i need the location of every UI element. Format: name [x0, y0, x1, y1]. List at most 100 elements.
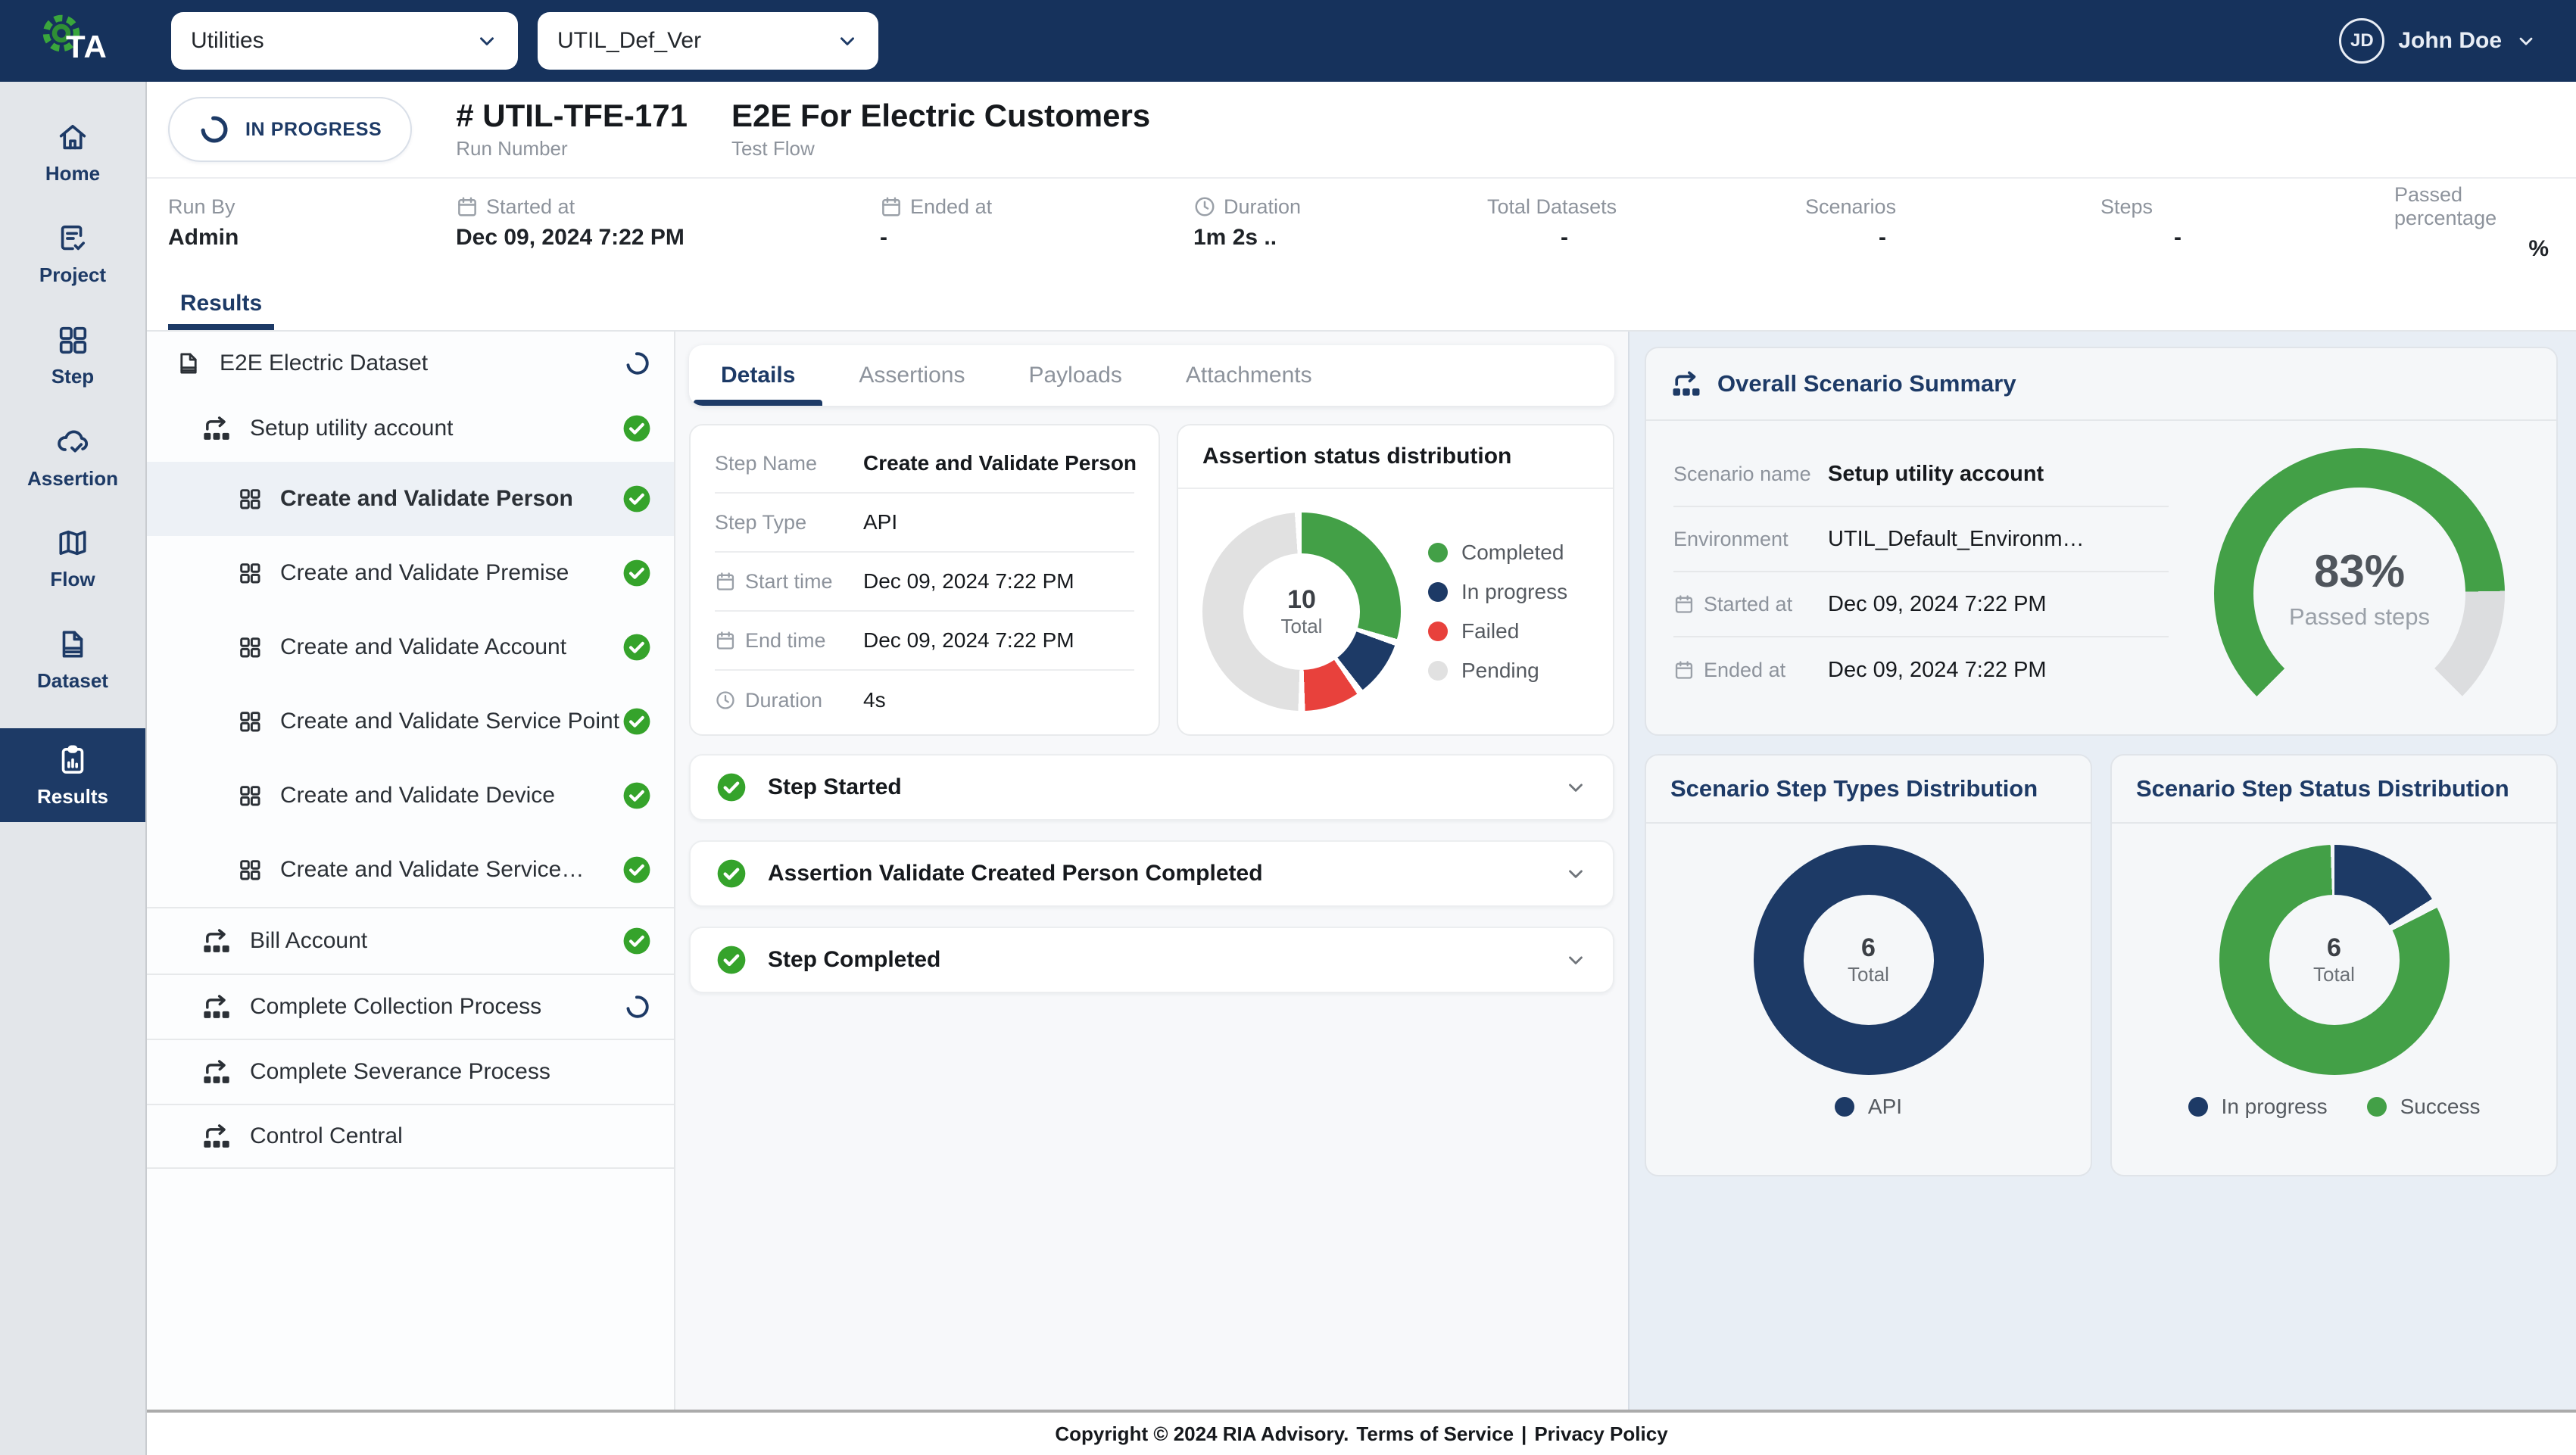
event-accordion-step-started[interactable]: Step Started [689, 754, 1614, 821]
chevron-down-icon [1564, 949, 1587, 971]
check-circle-icon [622, 781, 651, 810]
user-name: John Doe [2398, 28, 2502, 54]
step-grid-icon [238, 709, 262, 734]
run-stats: Run By Admin Started at Dec 09, 2024 7:2… [147, 177, 2576, 266]
status-chart-title: Scenario Step Status Distribution [2136, 775, 2509, 802]
tree-step-row[interactable]: Create and Validate Person [147, 462, 674, 536]
legend-item-in-progress[interactable]: In progress [2188, 1095, 2328, 1119]
status-badge: IN PROGRESS [168, 97, 412, 162]
sidebar-item-step[interactable]: Step [0, 304, 145, 406]
status-chart-legend: In progress Success [2188, 1095, 2481, 1119]
legend-dot [1428, 582, 1448, 602]
dataset-file-icon [176, 351, 201, 376]
check-circle-icon [622, 707, 651, 736]
detail-tabs: Details Assertions Payloads Attachments [689, 345, 1614, 406]
calendar-icon [715, 571, 736, 592]
status-badge-label: IN PROGRESS [245, 119, 382, 141]
check-circle-icon [622, 855, 651, 884]
step-grid-icon [238, 561, 262, 585]
sidebar-item-dataset[interactable]: Dataset [0, 609, 145, 710]
stat-duration: Duration 1m 2s .. [1193, 195, 1421, 251]
clock-icon [715, 690, 736, 711]
legend-item-pending[interactable]: Pending [1428, 659, 1567, 683]
sidebar-item-label: Assertion [27, 467, 118, 491]
event-accordion-assertion-completed[interactable]: Assertion Validate Created Person Comple… [689, 840, 1614, 907]
terms-of-service-link[interactable]: Terms of Service [1356, 1422, 1514, 1446]
assertion-donut-chart: 10 Total [1202, 513, 1401, 711]
grid-icon [55, 322, 90, 357]
tree-step-row[interactable]: Create and Validate Service… [147, 833, 674, 907]
tab-assertions[interactable]: Assertions [827, 345, 996, 406]
cloud-check-icon [55, 423, 91, 460]
tree-scenario-row[interactable]: Control Central [147, 1104, 674, 1169]
assertion-chart-legend: Completed In progress Failed [1428, 541, 1567, 683]
sidebar-item-label: Results [37, 785, 108, 809]
assertion-chart-title: Assertion status distribution [1178, 425, 1613, 489]
sidebar-item-results[interactable]: Results [0, 728, 145, 822]
step-types-donut-chart: 6 Total [1754, 845, 1984, 1075]
tree-item-label: Create and Validate Account [280, 634, 566, 660]
detail-row-end-time: End time Dec 09, 2024 7:22 PM [715, 612, 1134, 671]
tree-item-label: Complete Collection Process [250, 994, 541, 1020]
tree-scenario-row[interactable]: Complete Collection Process [147, 974, 674, 1039]
sidebar-item-flow[interactable]: Flow [0, 507, 145, 609]
tab-results[interactable]: Results [168, 291, 274, 330]
scenario-summary-panel: Overall Scenario Summary Scenario name S… [1628, 332, 2576, 1410]
summary-row-ended-at: Ended at Dec 09, 2024 7:22 PM [1673, 637, 2169, 703]
tree-step-row[interactable]: Create and Validate Account [147, 610, 674, 684]
assertion-distribution-card: Assertion status distribution 10 Total [1177, 424, 1614, 736]
spinner-icon [198, 114, 230, 145]
results-tree: E2E Electric Dataset [147, 332, 675, 1410]
overall-scenario-summary-card: Overall Scenario Summary Scenario name S… [1645, 347, 2558, 736]
tab-details[interactable]: Details [689, 345, 827, 406]
chevron-down-icon [836, 30, 859, 52]
detail-row-step-type: Step Type API [715, 494, 1134, 553]
scenario-icon [201, 1057, 232, 1087]
legend-item-success[interactable]: Success [2367, 1095, 2481, 1119]
copyright-text: Copyright © 2024 RIA Advisory. [1055, 1422, 1349, 1446]
flow-label: Test Flow [731, 137, 1150, 160]
tree-item-label: E2E Electric Dataset [220, 351, 428, 376]
user-menu[interactable]: JD John Doe [2339, 18, 2537, 64]
clipboard-check-icon [55, 221, 90, 256]
sidebar-item-project[interactable]: Project [0, 203, 145, 304]
check-circle-icon [622, 633, 651, 662]
types-chart-legend: API [1835, 1095, 1902, 1119]
tree-step-row[interactable]: Create and Validate Device [147, 759, 674, 833]
step-grid-icon [238, 858, 262, 882]
legend-item-failed[interactable]: Failed [1428, 619, 1567, 643]
tree-scenario-row[interactable]: Setup utility account [147, 395, 674, 462]
tab-attachments[interactable]: Attachments [1154, 345, 1344, 406]
sidebar-item-label: Flow [50, 568, 95, 591]
event-accordion-step-completed[interactable]: Step Completed [689, 927, 1614, 993]
privacy-policy-link[interactable]: Privacy Policy [1534, 1422, 1667, 1446]
step-detail-panel: Details Assertions Payloads Attachments … [675, 332, 1628, 1410]
run-number-label: Run Number [456, 137, 688, 160]
legend-item-api[interactable]: API [1835, 1095, 1902, 1119]
step-details-card: Step Name Create and Validate Person Ste… [689, 424, 1160, 736]
project-select[interactable]: Utilities [171, 12, 518, 70]
sidebar-item-home[interactable]: Home [0, 101, 145, 203]
clock-icon [1193, 195, 1216, 218]
app-logo[interactable]: TA [0, 8, 147, 74]
step-status-donut-chart: 6 Total [2219, 845, 2450, 1075]
results-clipboard-icon [55, 743, 90, 777]
sidebar-item-assertion[interactable]: Assertion [0, 406, 145, 507]
legend-item-completed[interactable]: Completed [1428, 541, 1567, 565]
legend-item-in-progress[interactable]: In progress [1428, 580, 1567, 604]
legend-dot [2367, 1097, 2387, 1117]
stat-passed-percentage: Passed percentage % [2299, 183, 2564, 262]
tree-step-row[interactable]: Create and Validate Premise [147, 536, 674, 610]
tab-payloads[interactable]: Payloads [996, 345, 1153, 406]
tree-scenario-row[interactable]: Bill Account [147, 907, 674, 974]
calendar-icon [1673, 594, 1695, 615]
tree-step-row[interactable]: Create and Validate Service Point [147, 684, 674, 759]
tree-scenario-row[interactable]: Complete Severance Process [147, 1039, 674, 1104]
stat-scenarios: Scenarios - [1708, 195, 2057, 251]
legend-dot [2188, 1097, 2208, 1117]
tree-dataset-row[interactable]: E2E Electric Dataset [147, 332, 674, 395]
chevron-down-icon [476, 30, 498, 52]
version-select[interactable]: UTIL_Def_Ver [538, 12, 878, 70]
step-grid-icon [238, 487, 262, 511]
step-grid-icon [238, 784, 262, 808]
